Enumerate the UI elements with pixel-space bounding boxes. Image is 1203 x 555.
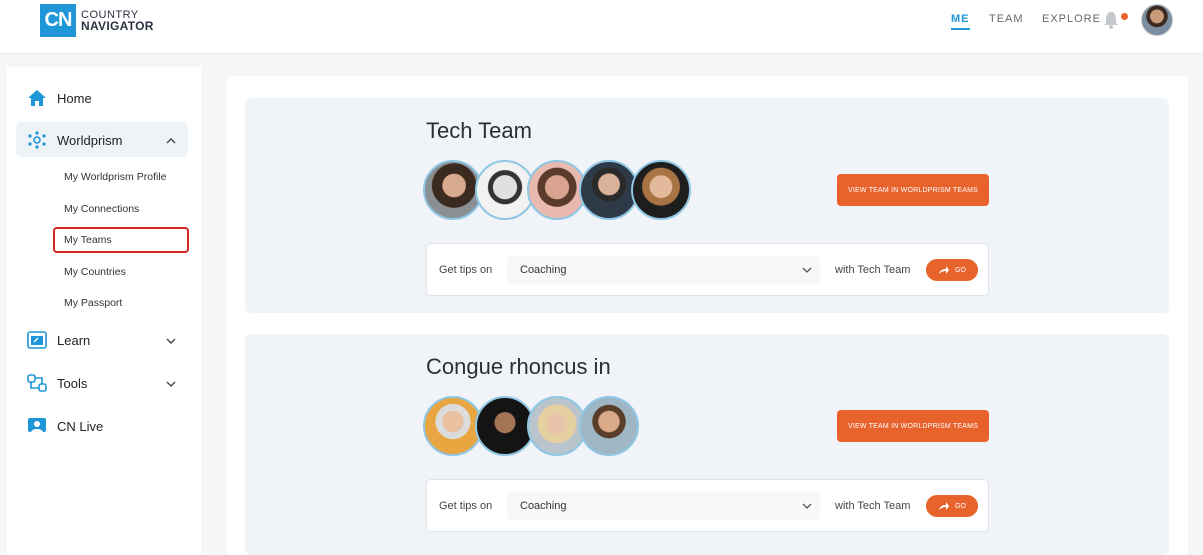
- team-member-avatars[interactable]: [423, 396, 639, 456]
- go-button[interactable]: GO: [926, 495, 978, 517]
- team-member-avatars[interactable]: [423, 160, 691, 220]
- member-avatar[interactable]: [579, 396, 639, 456]
- member-avatar[interactable]: [579, 160, 639, 220]
- share-arrow-icon: [939, 502, 950, 510]
- notification-dot: [1121, 13, 1128, 20]
- logo-line2: NAVIGATOR: [81, 18, 154, 33]
- chevron-down-icon[interactable]: [165, 335, 177, 347]
- selected-highlight: [53, 227, 189, 253]
- member-avatar[interactable]: [475, 160, 535, 220]
- share-arrow-icon: [939, 266, 950, 274]
- chevron-up-icon[interactable]: [165, 135, 177, 147]
- nav-team[interactable]: TEAM: [989, 13, 1024, 25]
- sidebar-item-label: Worldprism: [57, 132, 123, 148]
- chevron-down-icon: [802, 503, 812, 509]
- subitem-my-countries[interactable]: My Countries: [64, 266, 126, 278]
- home-icon: [28, 90, 46, 106]
- tips-label: Get tips on: [439, 264, 493, 276]
- logo-wordmark: COUNTRY NAVIGATOR: [81, 9, 154, 33]
- logo-mark: CN: [40, 4, 76, 37]
- sidebar-item-home[interactable]: Home: [27, 89, 92, 107]
- worldprism-icon: [28, 131, 46, 149]
- topic-select[interactable]: Coaching: [507, 492, 820, 520]
- member-avatar[interactable]: [631, 160, 691, 220]
- sidebar-item-cn-live[interactable]: CN Live: [27, 417, 103, 435]
- sidebar-item-label: Learn: [57, 332, 91, 348]
- chevron-down-icon[interactable]: [165, 378, 177, 390]
- topic-select-value: Coaching: [520, 500, 567, 512]
- tips-label: Get tips on: [439, 500, 493, 512]
- view-team-button[interactable]: VIEW TEAM IN WORLDPRISM TEAMS: [837, 174, 989, 206]
- team-title: Tech Team: [426, 118, 532, 143]
- user-avatar[interactable]: [1141, 4, 1173, 36]
- topic-select[interactable]: Coaching: [507, 256, 820, 284]
- subitem-my-connections[interactable]: My Connections: [64, 203, 139, 215]
- tips-panel: Get tips on Coaching with Tech Team GO: [426, 243, 989, 296]
- team-title: Congue rhoncus in: [426, 354, 611, 379]
- sidebar-item-tools[interactable]: Tools: [27, 374, 87, 392]
- member-avatar[interactable]: [527, 396, 587, 456]
- nav-explore[interactable]: EXPLORE: [1042, 13, 1101, 25]
- country-navigator-logo[interactable]: CN COUNTRY NAVIGATOR: [40, 4, 154, 37]
- view-team-button[interactable]: VIEW TEAM IN WORLDPRISM TEAMS: [837, 410, 989, 442]
- sidebar-item-worldprism[interactable]: Worldprism: [27, 131, 123, 149]
- team-card: Congue rhoncus in VIEW TEAM IN WORLDPRIS…: [245, 334, 1169, 555]
- go-label: GO: [955, 502, 966, 510]
- tips-panel: Get tips on Coaching with Tech Team GO: [426, 479, 989, 532]
- member-avatar[interactable]: [423, 160, 483, 220]
- with-team-label: with Tech Team: [835, 264, 911, 276]
- topic-select-value: Coaching: [520, 264, 567, 276]
- sidebar-item-label: CN Live: [57, 418, 104, 434]
- team-card: Tech Team VIEW TEAM IN WORLDPRISM TEAMS …: [245, 98, 1169, 313]
- bell-icon[interactable]: [1103, 11, 1119, 29]
- top-header: CN COUNTRY NAVIGATOR ME TEAM EXPLORE: [0, 0, 1203, 54]
- member-avatar[interactable]: [423, 396, 483, 456]
- sidebar-item-label: Tools: [57, 375, 88, 391]
- chevron-down-icon: [802, 267, 812, 273]
- go-button[interactable]: GO: [926, 259, 978, 281]
- with-team-label: with Tech Team: [835, 500, 911, 512]
- subitem-my-worldprism-profile[interactable]: My Worldprism Profile: [64, 171, 167, 183]
- sidebar-item-learn[interactable]: Learn: [27, 331, 90, 349]
- nav-me[interactable]: ME: [951, 13, 970, 30]
- sidebar: Home Worldprism My Worldprism Profile My…: [7, 67, 201, 555]
- tools-icon: [27, 374, 47, 392]
- sidebar-item-label: Home: [57, 90, 92, 106]
- member-avatar[interactable]: [475, 396, 535, 456]
- member-avatar[interactable]: [527, 160, 587, 220]
- subitem-my-passport[interactable]: My Passport: [64, 297, 122, 309]
- cn-live-icon: [28, 418, 46, 432]
- go-label: GO: [955, 266, 966, 274]
- learn-icon: [27, 331, 47, 349]
